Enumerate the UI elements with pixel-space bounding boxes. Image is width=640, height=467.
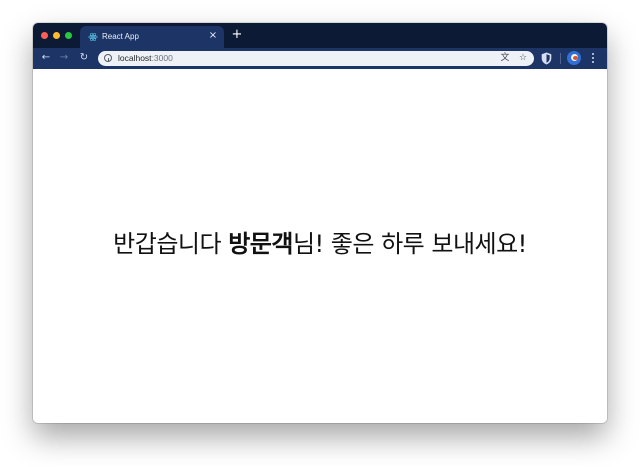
bookmark-star-icon[interactable]: ☆ bbox=[517, 52, 529, 64]
back-button[interactable]: ← bbox=[39, 51, 53, 65]
browser-toolbar: ← → ↻ localhost:3000 文 ☆ bbox=[33, 48, 607, 69]
visitor-name: 방문객 bbox=[228, 230, 293, 258]
reload-button[interactable]: ↻ bbox=[77, 51, 91, 65]
greeting-suffix: 님! 좋은 하루 보내세요! bbox=[292, 230, 527, 258]
window-maximize-button[interactable] bbox=[65, 32, 72, 39]
new-tab-button[interactable]: + bbox=[230, 28, 244, 42]
toolbar-divider bbox=[560, 53, 561, 64]
tab-react-app[interactable]: React App × bbox=[80, 26, 224, 48]
greeting-prefix: 반갑습니다 bbox=[113, 230, 229, 258]
close-tab-icon[interactable]: × bbox=[206, 29, 220, 43]
address-bar[interactable]: localhost:3000 文 ☆ bbox=[98, 51, 534, 66]
window-close-button[interactable] bbox=[41, 32, 48, 39]
url-text[interactable]: localhost:3000 bbox=[118, 53, 173, 64]
browser-window: React App × + ← → ↻ localhost:3000 文 ☆ 반… bbox=[33, 23, 607, 423]
page-content: 반갑습니다 방문객님! 좋은 하루 보내세요! bbox=[33, 69, 607, 423]
avatar[interactable] bbox=[567, 51, 581, 65]
forward-button[interactable]: → bbox=[57, 51, 71, 65]
window-minimize-button[interactable] bbox=[53, 32, 60, 39]
translate-icon[interactable]: 文 bbox=[499, 52, 511, 64]
tab-title: React App bbox=[102, 32, 139, 41]
more-vertical-icon[interactable] bbox=[588, 51, 598, 65]
tab-strip: React App × + bbox=[33, 23, 607, 48]
react-logo-icon bbox=[88, 32, 98, 42]
site-info-icon[interactable] bbox=[104, 54, 112, 62]
url-host: localhost bbox=[118, 53, 152, 63]
greeting-heading: 반갑습니다 방문객님! 좋은 하루 보내세요! bbox=[33, 227, 607, 261]
url-port: :3000 bbox=[151, 53, 173, 63]
shield-icon[interactable] bbox=[541, 52, 552, 65]
